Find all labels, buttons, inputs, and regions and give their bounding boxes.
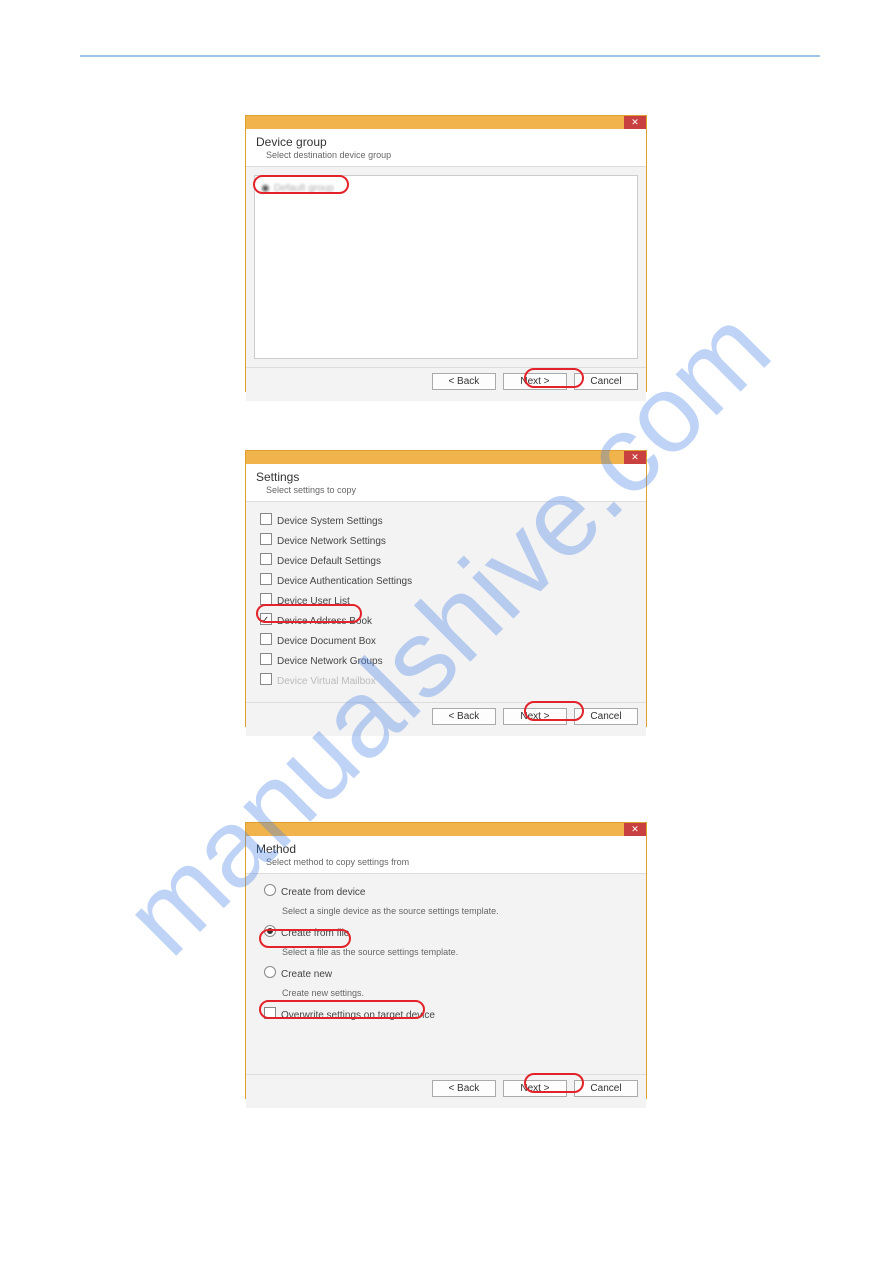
overwrite-checkbox[interactable]: Overwrite settings on target device xyxy=(264,1007,628,1023)
radio-icon xyxy=(264,966,276,978)
setting-label: Device Address Book xyxy=(277,616,372,627)
method-new-desc: Create new settings. xyxy=(282,986,628,1001)
settings-dialog: ✕ Settings Select settings to copy Devic… xyxy=(245,450,647,727)
method-options: Create from device Select a single devic… xyxy=(246,874,646,1037)
setting-label: Device Network Groups xyxy=(277,656,383,667)
checkbox[interactable] xyxy=(260,613,272,625)
setting-label: Device Default Settings xyxy=(277,556,381,567)
option-label: Create from file xyxy=(281,928,349,939)
checkbox[interactable] xyxy=(260,533,272,545)
setting-system: Device System Settings xyxy=(260,512,632,532)
method-file-desc: Select a file as the source settings tem… xyxy=(282,945,628,960)
dialog-footer: < Back Next > Cancel xyxy=(246,367,646,401)
next-button[interactable]: Next > xyxy=(503,373,567,390)
dialog-body: Default group xyxy=(246,167,646,367)
dialog-subtitle: Select destination device group xyxy=(266,150,636,160)
checkbox[interactable] xyxy=(260,513,272,525)
dialog-subtitle: Select method to copy settings from xyxy=(266,857,636,867)
titlebar: ✕ xyxy=(246,116,646,129)
checkbox[interactable] xyxy=(260,653,272,665)
page-divider xyxy=(80,55,820,57)
setting-groups: Device Network Groups xyxy=(260,652,632,672)
device-group-radio[interactable]: Default group xyxy=(261,183,334,194)
setting-vmailbox: Device Virtual Mailbox xyxy=(260,672,632,692)
dialog-body: Device System Settings Device Network Se… xyxy=(246,502,646,702)
option-label: Create new xyxy=(281,969,332,980)
dialog-body: Create from device Select a single devic… xyxy=(246,874,646,1074)
checkbox xyxy=(264,1007,276,1019)
dialog-header: Device group Select destination device g… xyxy=(246,129,646,167)
method-device-radio[interactable]: Create from device xyxy=(264,884,628,900)
dialog-footer: < Back Next > Cancel xyxy=(246,1074,646,1108)
setting-addressbook: Device Address Book xyxy=(260,612,632,632)
checkbox[interactable] xyxy=(260,633,272,645)
titlebar: ✕ xyxy=(246,823,646,836)
setting-docbox: Device Document Box xyxy=(260,632,632,652)
checkbox xyxy=(260,673,272,685)
setting-label: Device Virtual Mailbox xyxy=(277,676,376,687)
dialog-title: Device group xyxy=(256,135,636,149)
method-file-radio[interactable]: Create from file xyxy=(264,925,628,941)
back-button[interactable]: < Back xyxy=(432,373,496,390)
next-button[interactable]: Next > xyxy=(503,1080,567,1097)
cancel-button[interactable]: Cancel xyxy=(574,1080,638,1097)
setting-label: Device User List xyxy=(277,596,350,607)
option-label: Create from device xyxy=(281,887,365,898)
radio-panel: Default group xyxy=(254,175,638,359)
method-new-radio[interactable]: Create new xyxy=(264,966,628,982)
radio-icon xyxy=(264,925,276,937)
close-button[interactable]: ✕ xyxy=(624,451,646,464)
checkbox[interactable] xyxy=(260,553,272,565)
setting-network: Device Network Settings xyxy=(260,532,632,552)
checkbox[interactable] xyxy=(260,593,272,605)
checkbox[interactable] xyxy=(260,573,272,585)
cancel-button[interactable]: Cancel xyxy=(574,373,638,390)
dialog-subtitle: Select settings to copy xyxy=(266,485,636,495)
setting-label: Device Authentication Settings xyxy=(277,576,412,587)
radio-icon xyxy=(264,884,276,896)
dialog-header: Settings Select settings to copy xyxy=(246,464,646,502)
setting-default: Device Default Settings xyxy=(260,552,632,572)
dialog-title: Settings xyxy=(256,470,636,484)
dialog-footer: < Back Next > Cancel xyxy=(246,702,646,736)
method-device-desc: Select a single device as the source set… xyxy=(282,904,628,919)
setting-label: Device System Settings xyxy=(277,516,383,527)
method-dialog: ✕ Method Select method to copy settings … xyxy=(245,822,647,1099)
dialog-header: Method Select method to copy settings fr… xyxy=(246,836,646,874)
back-button[interactable]: < Back xyxy=(432,708,496,725)
back-button[interactable]: < Back xyxy=(432,1080,496,1097)
setting-label: Device Network Settings xyxy=(277,536,386,547)
close-button[interactable]: ✕ xyxy=(624,823,646,836)
device-group-dialog: ✕ Device group Select destination device… xyxy=(245,115,647,392)
titlebar: ✕ xyxy=(246,451,646,464)
dialog-title: Method xyxy=(256,842,636,856)
overwrite-label: Overwrite settings on target device xyxy=(281,1010,435,1021)
next-button[interactable]: Next > xyxy=(503,708,567,725)
settings-list: Device System Settings Device Network Se… xyxy=(246,502,646,702)
setting-auth: Device Authentication Settings xyxy=(260,572,632,592)
close-button[interactable]: ✕ xyxy=(624,116,646,129)
setting-label: Device Document Box xyxy=(277,636,376,647)
cancel-button[interactable]: Cancel xyxy=(574,708,638,725)
setting-userlist: Device User List xyxy=(260,592,632,612)
